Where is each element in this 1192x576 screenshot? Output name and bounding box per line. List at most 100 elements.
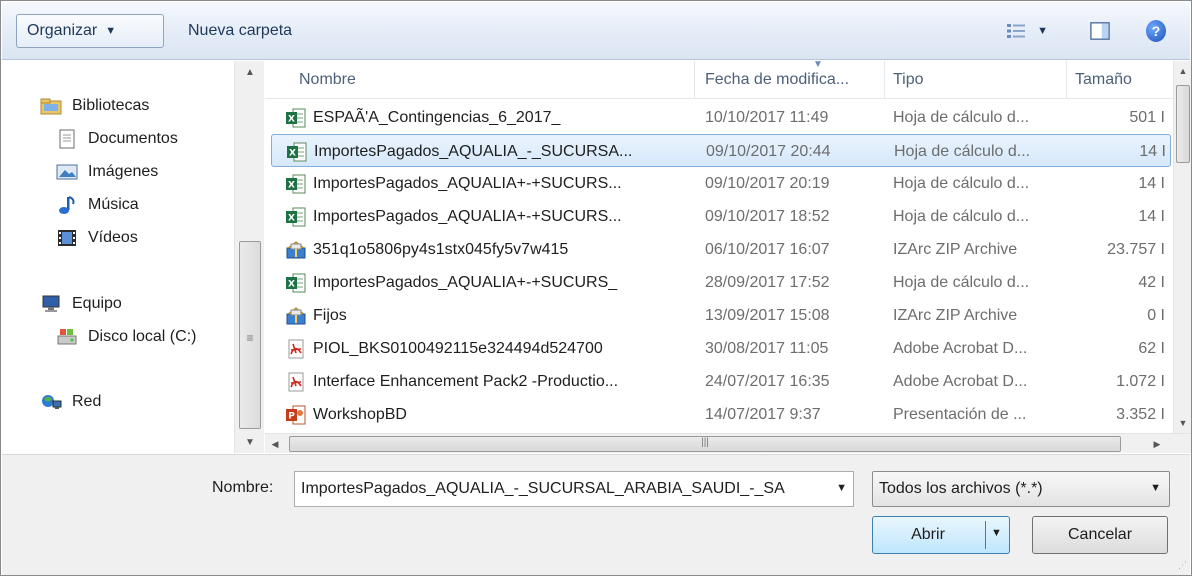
nav-item-bibliotecas[interactable]: Bibliotecas [40, 91, 149, 121]
file-date: 14/07/2017 9:37 [705, 405, 821, 423]
file-row[interactable]: X ImportesPagados_AQUALIA+-+SUCURS... 09/1… [271, 200, 1171, 233]
file-name-cell: X ImportesPagados_AQUALIA+-+SUCURS... [285, 167, 699, 200]
organize-label: Organizar [27, 22, 98, 39]
file-type-select[interactable]: Todos los archivos (*.*) ▼ [872, 471, 1170, 507]
column-label: Nombre [299, 71, 356, 88]
nav-item-documentos[interactable]: Documentos [56, 124, 178, 154]
excel-icon: X [285, 206, 307, 228]
change-view-button[interactable]: ▼ [996, 14, 1058, 48]
column-header-size[interactable]: Tamaño [1067, 61, 1173, 99]
open-button[interactable]: Abrir ▼ [872, 516, 1010, 554]
chevron-down-icon[interactable]: ▼ [836, 482, 847, 494]
file-name: Interface Enhancement Pack2 -Productio..… [313, 372, 619, 390]
file-name-cell: PIOL_BKS0100492115e324494d524700 [285, 332, 699, 365]
excel-icon: X [285, 107, 307, 129]
nav-label: Red [72, 393, 102, 410]
file-row[interactable]: Fijos 13/09/2017 15:08 IZArc ZIP Archive 0 … [271, 299, 1171, 332]
chevron-down-icon: ▼ [1150, 482, 1161, 494]
svg-text:P: P [288, 411, 295, 421]
zip-archive-icon [285, 239, 307, 261]
nav-item-musica[interactable]: Música [56, 190, 139, 220]
svg-text:X: X [288, 114, 295, 124]
excel-icon: X [286, 141, 308, 163]
file-row[interactable]: PIOL_BKS0100492115e324494d524700 30/08/20… [271, 332, 1171, 365]
open-button-label: Abrir [911, 526, 945, 543]
nav-label: Documentos [88, 130, 178, 147]
file-date: 10/10/2017 11:49 [705, 108, 829, 126]
file-size: 1.072 I [1116, 372, 1165, 390]
file-type: Presentación de ... [893, 405, 1027, 423]
file-name-cell: P WorkshopBD [285, 398, 699, 431]
file-row[interactable]: P WorkshopBD 14/07/2017 9:37 Presentación d… [271, 398, 1171, 431]
file-type-value: Todos los archivos (*.*) [879, 480, 1043, 497]
nav-item-imagenes[interactable]: Imágenes [56, 157, 158, 187]
filename-value: ImportesPagados_AQUALIA_-_SUCURSAL_ARABI… [301, 480, 785, 497]
scroll-thumb[interactable]: ||| [289, 436, 1121, 452]
scroll-down-icon[interactable]: ▼ [1174, 413, 1192, 433]
scroll-up-icon[interactable]: ▲ [1174, 61, 1192, 81]
file-date: 24/07/2017 16:35 [705, 372, 830, 390]
resize-grip-icon[interactable]: ⋰ [1178, 560, 1187, 571]
scroll-thumb[interactable] [1176, 85, 1190, 163]
file-date: 09/10/2017 18:52 [705, 207, 830, 225]
file-date: 09/10/2017 20:19 [705, 174, 830, 192]
chevron-down-icon[interactable]: ▼ [991, 527, 1002, 539]
column-header-date[interactable]: Fecha de modifica... [697, 61, 885, 99]
file-row[interactable]: 351q1o5806py4s1stx045fy5v7w415 06/10/2017… [271, 233, 1171, 266]
new-folder-button[interactable]: Nueva carpeta [178, 14, 302, 48]
file-list-horizontal-scrollbar[interactable]: ◀ ||| ▶ [265, 433, 1191, 453]
nav-item-disco-local[interactable]: Disco local (C:) [56, 322, 196, 352]
file-name: PIOL_BKS0100492115e324494d524700 [313, 339, 603, 357]
cancel-button[interactable]: Cancelar [1032, 516, 1168, 554]
nav-item-red[interactable]: Red [40, 387, 101, 417]
preview-pane-button[interactable] [1080, 14, 1120, 48]
scroll-up-icon[interactable]: ▲ [235, 61, 265, 83]
scroll-down-icon[interactable]: ▼ [235, 431, 265, 453]
navigation-scrollbar[interactable]: ▲ ≡ ▼ [234, 61, 264, 453]
nav-label: Música [88, 196, 139, 213]
file-row[interactable]: Interface Enhancement Pack2 -Productio..… [271, 365, 1171, 398]
toolbar: Organizar ▼ Nueva carpeta ▼ ? [2, 2, 1190, 60]
file-name-cell: X ImportesPagados_AQUALIA_-_SUCURSA... [286, 135, 700, 168]
filename-input[interactable]: ImportesPagados_AQUALIA_-_SUCURSAL_ARABI… [294, 471, 854, 507]
music-icon [59, 196, 75, 214]
file-row[interactable]: X ImportesPagados_AQUALIA_-_SUCURSA... 09/… [271, 134, 1171, 167]
column-header-name[interactable]: Nombre [291, 61, 695, 99]
cancel-button-label: Cancelar [1067, 526, 1133, 543]
file-list-vertical-scrollbar[interactable]: ▲ ▼ [1173, 61, 1191, 433]
file-name: 351q1o5806py4s1stx045fy5v7w415 [313, 240, 569, 258]
file-row[interactable]: X ESPAÃ'A_Contingencias_6_2017_ 10/10/2017… [271, 101, 1171, 134]
file-size: 0 I [1147, 306, 1165, 324]
nav-item-equipo[interactable]: Equipo [40, 289, 122, 319]
file-row[interactable]: X ImportesPagados_AQUALIA+-+SUCURS... 09/1… [271, 167, 1171, 200]
file-date: 28/09/2017 17:52 [705, 273, 830, 291]
scroll-left-icon[interactable]: ◀ [265, 434, 285, 454]
column-header-type[interactable]: Tipo [885, 61, 1067, 99]
scroll-right-icon[interactable]: ▶ [1147, 434, 1167, 454]
file-name: Fijos [313, 306, 347, 324]
nav-item-videos[interactable]: Vídeos [56, 223, 138, 253]
open-file-dialog: Organizar ▼ Nueva carpeta ▼ ? Biblioteca… [0, 0, 1192, 576]
file-type: IZArc ZIP Archive [893, 240, 1018, 258]
column-label: Fecha de modifica... [705, 71, 850, 88]
split-divider [985, 521, 986, 549]
file-row[interactable]: X ImportesPagados_AQUALIA+-+SUCURS_ 28/09/… [271, 266, 1171, 299]
svg-text:X: X [288, 213, 295, 223]
file-name: ImportesPagados_AQUALIA_-_SUCURSA... [314, 142, 633, 160]
help-button[interactable]: ? [1136, 14, 1176, 48]
nav-label: Imágenes [88, 163, 159, 180]
grip-icon: ||| [701, 437, 709, 448]
dialog-footer: Nombre: ImportesPagados_AQUALIA_-_SUCURS… [2, 454, 1190, 575]
file-name-cell: X ESPAÃ'A_Contingencias_6_2017_ [285, 101, 699, 134]
file-size: 23.757 I [1107, 240, 1165, 258]
file-name: ImportesPagados_AQUALIA+-+SUCURS... [313, 207, 622, 225]
file-type: Hoja de cálculo d... [893, 207, 1030, 225]
file-name: ESPAÃ'A_Contingencias_6_2017_ [313, 108, 561, 126]
file-size: 501 I [1129, 108, 1165, 126]
file-date: 30/08/2017 11:05 [705, 339, 829, 357]
column-label: Tipo [893, 71, 924, 88]
file-date: 09/10/2017 20:44 [706, 142, 831, 160]
excel-icon: X [285, 173, 307, 195]
organize-button[interactable]: Organizar ▼ [16, 14, 164, 48]
column-header-row: Nombre ▼ Fecha de modifica... Tipo Tamañ… [265, 61, 1173, 99]
